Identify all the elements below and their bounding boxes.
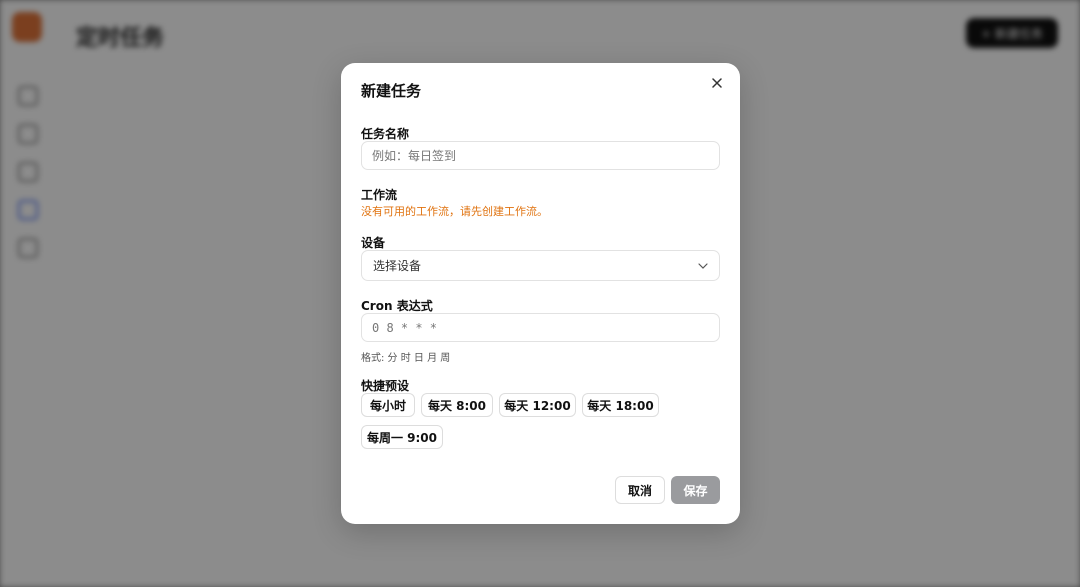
new-task-dialog: 新建任务 任务名称 工作流 没有可用的工作流，请先创建工作流。 设备 选择设备 … xyxy=(341,63,740,524)
close-button[interactable] xyxy=(708,74,726,92)
dialog-title: 新建任务 xyxy=(361,82,422,100)
device-select[interactable]: 选择设备 xyxy=(361,250,720,281)
preset-daily-18[interactable]: 每天 18:00 xyxy=(582,393,659,417)
close-icon xyxy=(712,78,722,88)
cron-format-hint: 格式: 分 时 日 月 周 xyxy=(361,353,451,364)
workflow-warning: 没有可用的工作流，请先创建工作流。 xyxy=(361,205,548,218)
task-name-label: 任务名称 xyxy=(361,127,410,141)
presets-label: 快捷预设 xyxy=(361,379,410,393)
cancel-button[interactable]: 取消 xyxy=(615,476,665,504)
workflow-label: 工作流 xyxy=(361,188,398,202)
chevron-down-icon xyxy=(698,262,708,269)
save-button[interactable]: 保存 xyxy=(671,476,720,504)
preset-daily-8[interactable]: 每天 8:00 xyxy=(421,393,493,417)
preset-monday-9[interactable]: 每周一 9:00 xyxy=(361,425,443,449)
device-select-value: 选择设备 xyxy=(373,259,422,273)
device-label: 设备 xyxy=(361,236,386,250)
cron-input[interactable] xyxy=(361,313,720,342)
preset-daily-12[interactable]: 每天 12:00 xyxy=(499,393,576,417)
task-name-input[interactable] xyxy=(361,141,720,170)
preset-hourly[interactable]: 每小时 xyxy=(361,393,415,417)
cron-label: Cron 表达式 xyxy=(361,299,433,313)
